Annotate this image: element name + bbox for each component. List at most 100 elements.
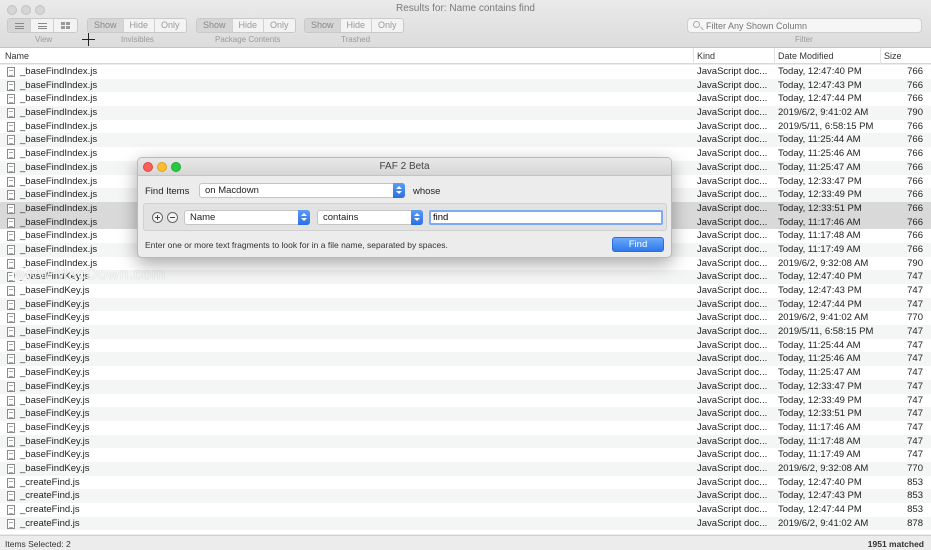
table-row[interactable]: _baseFindKey.js JavaScript doc... 2019/6/2… [0, 311, 931, 325]
row-size: 766 [907, 161, 923, 173]
table-row[interactable]: _baseFindIndex.js JavaScript doc... Today,… [0, 78, 931, 93]
watermark: www.MacDown.com [12, 266, 166, 284]
row-size: 747 [907, 421, 923, 433]
row-size: 790 [907, 107, 923, 119]
package-contents-only[interactable]: Only [264, 19, 295, 32]
row-size: 853 [907, 476, 923, 488]
row-size: 747 [907, 285, 923, 296]
column-divider[interactable] [774, 48, 775, 64]
package-contents-hide[interactable]: Hide [233, 19, 265, 32]
column-header-kind[interactable]: Kind [697, 51, 715, 61]
table-row[interactable]: _baseFindKey.js JavaScript doc... Today, 1… [0, 379, 931, 394]
row-name: _createFind.js [20, 490, 80, 502]
table-row[interactable]: _baseFindKey.js JavaScript doc... Today, 1… [0, 366, 931, 380]
row-size: 747 [907, 353, 923, 365]
find-button[interactable]: Find [612, 237, 664, 252]
file-icon [7, 67, 15, 77]
table-row[interactable]: _baseFindKey.js JavaScript doc... Today, 1… [0, 394, 931, 408]
filter-field[interactable] [687, 18, 922, 33]
table-row[interactable]: _createFind.js JavaScript doc... Today, 12… [0, 503, 931, 517]
filter-input[interactable] [706, 20, 916, 31]
row-kind: JavaScript doc... [697, 394, 768, 406]
trashed-hide[interactable]: Hide [341, 19, 373, 32]
whose-label: whose [413, 186, 441, 197]
row-date-modified: Today, 11:17:49 AM [778, 449, 861, 461]
row-kind: JavaScript doc... [697, 285, 768, 296]
results-table[interactable]: _baseFindIndex.js JavaScript doc... Today,… [0, 65, 931, 534]
table-row[interactable]: _baseFindKey.js JavaScript doc... Today, 1… [0, 284, 931, 298]
remove-criterion-button[interactable] [167, 212, 178, 223]
table-row[interactable]: _baseFindKey.js JavaScript doc... Today, 1… [0, 448, 931, 462]
column-header-size[interactable]: Size [884, 51, 902, 61]
operator-popup[interactable]: contains [317, 210, 423, 225]
invisibles-show[interactable]: Show [88, 19, 124, 32]
outline-view-button[interactable] [31, 19, 54, 32]
status-bar: Items Selected: 2 1951 matched [0, 535, 931, 550]
table-row[interactable]: _baseFindKey.js JavaScript doc... 2019/5/1… [0, 325, 931, 339]
row-size: 747 [907, 435, 923, 447]
table-row[interactable]: _baseFindKey.js JavaScript doc... 2019/6/2… [0, 461, 931, 476]
file-icon [7, 327, 15, 338]
row-size: 766 [907, 243, 923, 255]
trashed-show[interactable]: Show [305, 19, 341, 32]
row-date-modified: 2019/6/2, 9:32:08 AM [778, 462, 869, 474]
column-divider[interactable] [693, 48, 694, 64]
column-divider[interactable] [880, 48, 881, 64]
file-icon [7, 463, 15, 474]
row-name: _baseFindIndex.js [20, 243, 98, 255]
package-contents-control[interactable]: Show Hide Only [196, 18, 296, 33]
operator-value: contains [323, 212, 359, 223]
row-kind: JavaScript doc... [697, 504, 768, 515]
table-row[interactable]: _baseFindIndex.js JavaScript doc... Today,… [0, 65, 931, 79]
location-popup[interactable]: on Macdown [199, 183, 405, 198]
table-row[interactable]: _baseFindKey.js JavaScript doc... Today, 1… [0, 297, 931, 312]
file-icon [7, 149, 15, 160]
row-size: 766 [907, 134, 923, 146]
attribute-popup[interactable]: Name [184, 210, 310, 225]
table-row[interactable]: _baseFindKey.js JavaScript doc... Today, 1… [0, 339, 931, 353]
trashed-control[interactable]: Show Hide Only [304, 18, 404, 33]
table-row[interactable]: _baseFindIndex.js JavaScript doc... Today,… [0, 92, 931, 106]
row-date-modified: Today, 12:33:51 PM [778, 408, 862, 420]
grid-view-button[interactable] [54, 19, 77, 32]
table-row[interactable]: _baseFindKey.js JavaScript doc... Today, 1… [0, 421, 931, 435]
row-date-modified: Today, 11:25:44 AM [778, 339, 861, 351]
matched-count: 1951 matched [867, 539, 924, 549]
row-name: _baseFindIndex.js [20, 216, 98, 228]
table-row[interactable]: _baseFindKey.js JavaScript doc... Today, 1… [0, 434, 931, 449]
file-icon [7, 313, 15, 324]
row-size: 766 [907, 230, 923, 242]
table-row[interactable]: _baseFindIndex.js JavaScript doc... 2019/5… [0, 120, 931, 134]
search-text-field[interactable] [429, 210, 663, 225]
file-icon [7, 340, 15, 351]
table-row[interactable]: _createFind.js JavaScript doc... Today, 12… [0, 476, 931, 490]
add-criterion-button[interactable] [152, 212, 163, 223]
invisibles-only[interactable]: Only [155, 19, 186, 32]
find-dialog: FAF 2 Beta Find Items on Macdown whose N… [137, 157, 672, 258]
row-name: _baseFindKey.js [20, 435, 90, 447]
row-kind: JavaScript doc... [697, 271, 768, 283]
table-row[interactable]: _baseFindKey.js JavaScript doc... Today, 1… [0, 352, 931, 367]
row-name: _baseFindIndex.js [20, 107, 98, 119]
invisibles-control[interactable]: Show Hide Only [87, 18, 187, 33]
file-icon [7, 162, 15, 173]
column-header-date-modified[interactable]: Date Modified [778, 51, 834, 61]
table-row[interactable]: _createFind.js JavaScript doc... Today, 12… [0, 489, 931, 503]
row-kind: JavaScript doc... [697, 312, 768, 324]
package-contents-show[interactable]: Show [197, 19, 233, 32]
trashed-only[interactable]: Only [372, 19, 403, 32]
popup-arrows-icon [298, 210, 310, 225]
invisibles-hide[interactable]: Hide [124, 19, 156, 32]
row-size: 770 [907, 462, 923, 474]
table-row[interactable]: _baseFindIndex.js JavaScript doc... Today,… [0, 133, 931, 148]
table-row[interactable]: _baseFindKey.js JavaScript doc... Today, 1… [0, 407, 931, 421]
table-row[interactable]: _baseFindIndex.js JavaScript doc... 2019/6… [0, 106, 931, 120]
table-row[interactable]: _createFind.js JavaScript doc... 2019/6/2,… [0, 516, 931, 531]
row-name: _baseFindIndex.js [20, 79, 98, 91]
row-kind: JavaScript doc... [697, 517, 768, 529]
column-header-name[interactable]: Name [5, 51, 29, 61]
row-name: _baseFindKey.js [20, 408, 90, 420]
list-view-button[interactable] [8, 19, 31, 32]
view-mode-control[interactable] [7, 18, 78, 33]
hint-text: Enter one or more text fragments to look… [145, 240, 448, 250]
